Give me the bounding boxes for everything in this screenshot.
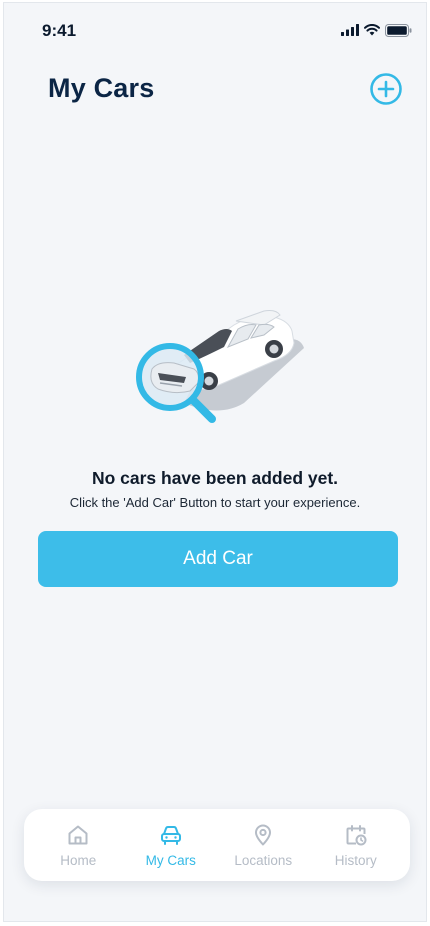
signal-icon — [341, 24, 359, 36]
car-search-illustration — [136, 310, 304, 423]
page-title: My Cars — [48, 73, 155, 103]
empty-state-title: No cars have been added yet. — [91, 468, 339, 488]
status-bar: 9:41 — [4, 3, 426, 59]
calendar-clock-icon — [346, 824, 367, 845]
add-car-button[interactable]: Add Car — [38, 531, 398, 587]
tab-label-locations: Locations — [234, 852, 293, 868]
tab-label-history: History — [334, 852, 377, 868]
plus-circle-icon — [370, 73, 402, 105]
location-pin-icon — [255, 824, 272, 845]
car-icon — [160, 825, 181, 845]
add-car-icon-button[interactable] — [369, 72, 403, 106]
status-icons — [341, 23, 412, 37]
empty-state-subtitle: Click the 'Add Car' Button to start your… — [69, 495, 361, 510]
screen: 9:41 My Cars No cars have been added yet… — [3, 2, 427, 922]
tab-label-home: Home — [60, 852, 97, 868]
tab-label-my-cars: My Cars — [145, 852, 196, 868]
tab-home[interactable]: Home — [34, 815, 122, 875]
battery-icon — [385, 23, 412, 37]
home-icon — [68, 825, 88, 844]
status-time: 9:41 — [42, 21, 77, 40]
tab-my-cars[interactable]: My Cars — [127, 815, 215, 875]
wifi-icon — [364, 24, 380, 36]
tab-history[interactable]: History — [312, 815, 400, 875]
tab-locations[interactable]: Locations — [219, 815, 307, 875]
bottom-tab-bar: Home My Cars Locations History — [24, 809, 410, 881]
